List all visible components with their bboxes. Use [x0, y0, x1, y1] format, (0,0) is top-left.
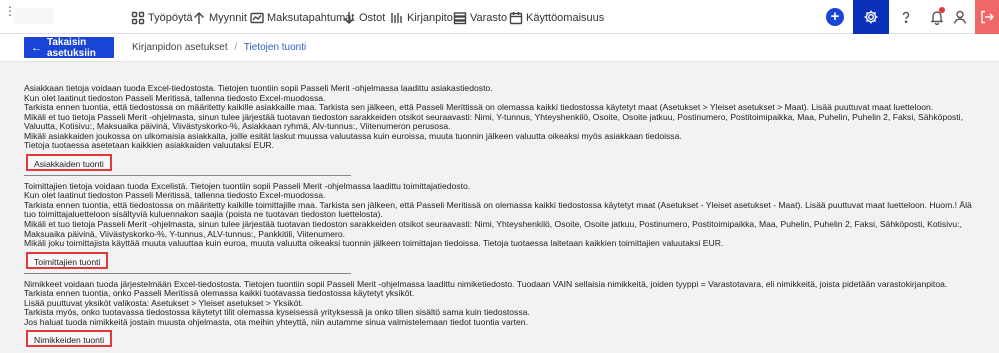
suppliers-text-line: Tarkista ennen tuontia, että tiedostossa… — [24, 199, 972, 220]
arrow-down-icon — [344, 12, 354, 24]
import-suppliers-button[interactable]: Toimittajien tuonti — [26, 251, 109, 269]
section-divider — [24, 174, 351, 176]
logout-icon — [981, 10, 994, 24]
nav-item-label: Käyttöomaisuus — [526, 12, 605, 24]
breadcrumb-parent[interactable]: Kirjanpidon asetukset — [132, 42, 228, 53]
nav-item-payments[interactable]: Maksutapahtumat — [250, 9, 354, 27]
customers-text-line: Mikäli et tuo tietoja Passeli Merit -ohj… — [24, 111, 963, 132]
plus-icon: + — [826, 8, 844, 26]
breadcrumb: Kirjanpidon asetukset / Tietojen tuonti — [132, 42, 306, 53]
add-button[interactable]: + — [817, 0, 853, 34]
nav-item-fixed-assets[interactable]: Käyttöomaisuus — [509, 9, 604, 27]
arrow-left-icon: ← — [31, 41, 42, 54]
import-content: Asiakkaan tietoja voidaan tuoda Excel-ti… — [24, 83, 984, 351]
top-navigation-bar: ⋮ Työpöytä Myynnit Maksutapahtumat Ostot… — [0, 0, 999, 34]
section-divider — [24, 272, 351, 274]
customers-import-section: Asiakkaan tietoja voidaan tuoda Excel-ti… — [24, 83, 984, 174]
arrow-up-icon — [194, 12, 204, 24]
items-text-line: Jos haluat tuoda nimikkeitä jostain muus… — [24, 316, 528, 327]
back-button-label: Takaisin asetuksiin — [47, 36, 96, 59]
nav-item-warehouse[interactable]: Varasto — [453, 9, 507, 27]
breadcrumb-current: Tietojen tuonti — [243, 42, 307, 53]
warehouse-icon — [453, 12, 467, 25]
nav-item-purchases[interactable]: Ostot — [342, 9, 385, 27]
suppliers-import-section: Toimittajien tietoja voidaan tuoda Excel… — [24, 181, 984, 272]
dashboard-icon — [131, 11, 145, 25]
breadcrumb-separator: / — [234, 42, 238, 53]
settings-button[interactable] — [853, 0, 889, 34]
nav-item-label: Työpöytä — [148, 12, 193, 24]
suppliers-text-line: Mikäli et tuo tietoja Passeli Merit -ohj… — [24, 219, 962, 239]
nav-item-dashboard[interactable]: Työpöytä — [131, 9, 193, 27]
import-items-button[interactable]: Nimikkeiden tuonti — [26, 330, 113, 348]
help-icon — [902, 11, 910, 24]
calendar-icon — [509, 12, 523, 25]
nav-item-sales[interactable]: Myynnit — [192, 9, 247, 27]
customers-text-line: Tietoja tuotaessa asetetaan kaikkien asi… — [24, 140, 274, 151]
ledger-icon — [391, 13, 402, 23]
page-toolbar: ← Takaisin asetuksiin Kirjanpidon asetuk… — [0, 34, 999, 62]
gear-icon — [864, 10, 878, 24]
logout-button[interactable] — [975, 0, 999, 34]
suppliers-text-line: Mikäli joku toimittajista käyttää muuta … — [24, 238, 724, 249]
app-menu-icon[interactable]: ⋮ — [4, 5, 16, 23]
payment-icon — [250, 12, 264, 24]
nav-item-label: Myynnit — [209, 12, 247, 24]
nav-item-label: Ostot — [359, 12, 386, 24]
back-to-settings-button[interactable]: ← Takaisin asetuksiin — [24, 36, 114, 59]
nav-item-label: Kirjanpito — [407, 12, 453, 24]
nav-item-accounting[interactable]: Kirjanpito — [390, 9, 453, 27]
import-customers-button[interactable]: Asiakkaiden tuonti — [26, 153, 112, 171]
items-import-section: Nimikkeet voidaan tuoda järjestelmään Ex… — [24, 279, 984, 351]
nav-item-label: Varasto — [470, 12, 508, 24]
company-logo[interactable] — [14, 8, 54, 24]
user-icon — [953, 10, 967, 24]
user-button[interactable] — [942, 0, 978, 34]
